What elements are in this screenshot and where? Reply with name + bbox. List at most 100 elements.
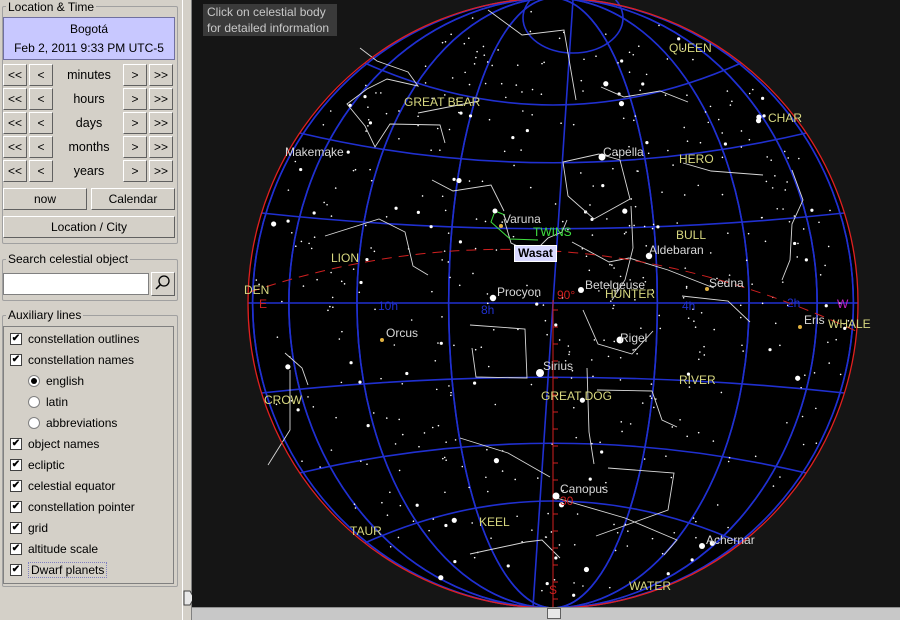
star[interactable]: [748, 138, 751, 141]
star[interactable]: [739, 316, 742, 319]
star[interactable]: [454, 439, 457, 441]
star[interactable]: [394, 443, 397, 445]
constellation-label[interactable]: GREAT DOG: [541, 390, 612, 403]
star[interactable]: [437, 342, 439, 344]
star[interactable]: [770, 159, 772, 161]
star[interactable]: [271, 221, 277, 227]
search-input[interactable]: [3, 273, 149, 295]
star[interactable]: [716, 504, 719, 506]
star[interactable]: [448, 385, 450, 387]
star[interactable]: [828, 362, 831, 364]
star[interactable]: [835, 338, 837, 341]
star[interactable]: [397, 536, 400, 539]
fast-forward-months-button[interactable]: >>: [149, 136, 173, 158]
star[interactable]: [330, 449, 333, 451]
star[interactable]: [592, 185, 595, 187]
star[interactable]: [531, 529, 533, 531]
star[interactable]: [486, 448, 488, 451]
star[interactable]: [582, 90, 584, 92]
star[interactable]: [661, 191, 663, 193]
star[interactable]: [774, 175, 776, 177]
scroll-thumb[interactable]: [547, 608, 561, 619]
star[interactable]: [558, 544, 561, 546]
horizontal-scrollbar[interactable]: [192, 607, 900, 620]
star[interactable]: [429, 225, 433, 229]
star[interactable]: [464, 71, 466, 74]
star[interactable]: [444, 209, 447, 212]
star[interactable]: [613, 523, 615, 526]
star[interactable]: [405, 371, 409, 376]
star[interactable]: [353, 503, 356, 505]
star[interactable]: [619, 275, 622, 278]
star[interactable]: [452, 177, 456, 181]
star[interactable]: [346, 150, 350, 154]
star[interactable]: [600, 450, 604, 454]
star[interactable]: [740, 130, 743, 132]
star[interactable]: [363, 95, 367, 99]
star[interactable]: [637, 45, 640, 48]
star[interactable]: [447, 261, 450, 263]
star[interactable]: [827, 245, 830, 248]
star[interactable]: [349, 361, 353, 365]
star[interactable]: [839, 373, 842, 376]
back-months-button[interactable]: <: [29, 136, 53, 158]
star[interactable]: [389, 491, 391, 494]
star[interactable]: [472, 272, 474, 275]
star[interactable]: [501, 470, 504, 472]
star[interactable]: [449, 276, 451, 279]
option-altitude-scale[interactable]: ✔ altitude scale: [10, 540, 98, 558]
star[interactable]: [592, 375, 594, 378]
star[interactable]: [747, 232, 750, 235]
star[interactable]: [761, 216, 763, 219]
star[interactable]: [473, 556, 476, 559]
star[interactable]: [659, 327, 662, 330]
star[interactable]: [721, 132, 724, 134]
star[interactable]: [612, 307, 614, 310]
star[interactable]: [608, 586, 611, 589]
calendar-button[interactable]: Calendar: [91, 188, 175, 210]
star[interactable]: [684, 267, 687, 269]
star[interactable]: [520, 149, 522, 151]
star[interactable]: [583, 566, 590, 573]
star[interactable]: [700, 312, 703, 314]
star[interactable]: [709, 105, 712, 108]
star[interactable]: [415, 503, 419, 507]
star[interactable]: [316, 278, 318, 281]
star[interactable]: [330, 271, 332, 274]
star[interactable]: [461, 465, 464, 468]
star[interactable]: [453, 559, 457, 564]
star[interactable]: [435, 388, 438, 391]
star[interactable]: [620, 59, 624, 63]
star[interactable]: [493, 458, 500, 464]
star[interactable]: [329, 110, 332, 112]
now-button[interactable]: now: [3, 188, 87, 210]
star[interactable]: [367, 125, 369, 127]
star[interactable]: [633, 224, 635, 227]
star[interactable]: [695, 520, 697, 523]
star[interactable]: [431, 426, 434, 429]
radio-button[interactable]: [28, 396, 40, 408]
option-dwarf-planets[interactable]: ✔ Dwarf planets: [10, 561, 108, 579]
star[interactable]: [641, 82, 645, 86]
star[interactable]: [327, 309, 329, 312]
star[interactable]: [491, 64, 493, 67]
star[interactable]: [299, 167, 303, 172]
star[interactable]: [651, 537, 654, 540]
object-label[interactable]: Aldebaran: [649, 244, 704, 257]
constellation-label[interactable]: QUEEN: [669, 42, 712, 55]
bright-star[interactable]: [699, 543, 705, 549]
option-abbreviations[interactable]: abbreviations: [28, 414, 117, 432]
constellation-label[interactable]: LION: [331, 252, 359, 265]
star[interactable]: [412, 520, 415, 523]
star[interactable]: [647, 152, 650, 155]
star[interactable]: [650, 383, 653, 385]
star[interactable]: [456, 177, 462, 184]
constellation-label[interactable]: CROW: [264, 394, 302, 407]
star[interactable]: [488, 118, 491, 121]
star[interactable]: [614, 549, 617, 552]
star[interactable]: [632, 349, 634, 351]
star[interactable]: [322, 123, 325, 126]
star[interactable]: [385, 215, 388, 218]
star[interactable]: [472, 381, 477, 385]
star[interactable]: [450, 33, 452, 36]
